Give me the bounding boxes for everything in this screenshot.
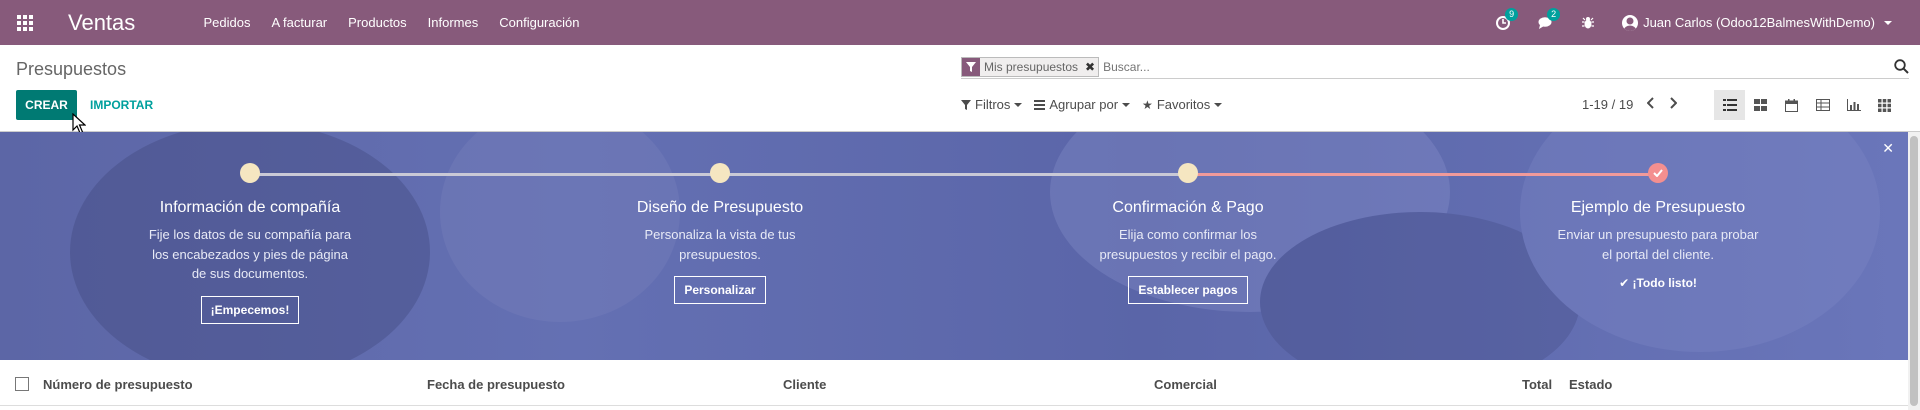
step-description: Fije los datos de su compañía para los e… xyxy=(100,225,400,284)
menu-item-pedidos[interactable]: Pedidos xyxy=(193,15,261,30)
star-icon: ★ xyxy=(1142,97,1153,112)
pivot-view-icon[interactable] xyxy=(1807,90,1838,120)
dashboard-view-icon[interactable] xyxy=(1869,90,1900,120)
step-title: Diseño de Presupuesto xyxy=(636,199,804,216)
bars-icon xyxy=(1034,99,1046,110)
scrollbar-thumb[interactable] xyxy=(1910,136,1918,406)
step-done-label: ¡Todo listo! xyxy=(1632,276,1697,290)
step-done-status: ✔ ¡Todo listo! xyxy=(1508,276,1808,290)
step-dot xyxy=(240,163,260,183)
user-menu[interactable]: Juan Carlos (Odoo12BalmesWithDemo) xyxy=(1622,14,1892,31)
step-description-line: presupuestos. xyxy=(679,246,761,262)
app-title[interactable]: Ventas xyxy=(68,10,193,36)
filters-dropdown[interactable]: Filtros xyxy=(961,97,1023,112)
create-button[interactable]: CREAR xyxy=(16,90,77,120)
onboarding-banner: ✕ Información de compañía Fije los datos… xyxy=(0,132,1908,360)
debug-menu[interactable] xyxy=(1582,16,1595,29)
step-description: Elija como confirmar los presupuestos y … xyxy=(1038,225,1338,264)
check-icon: ✔ xyxy=(1619,276,1630,290)
column-header-status[interactable]: Estado xyxy=(1569,377,1612,392)
activity-badge: 9 xyxy=(1505,7,1519,21)
search-options: Filtros Agrupar por ★ Favoritos xyxy=(961,97,1223,112)
search-bar: Mis presupuestos ✖ xyxy=(961,55,1909,79)
view-switcher xyxy=(1714,90,1900,120)
messages-badge: 2 xyxy=(1547,7,1561,21)
step-title: Confirmación & Pago xyxy=(1112,199,1264,216)
list-view-icon[interactable] xyxy=(1714,90,1745,120)
step-dot xyxy=(710,163,730,183)
filter-icon xyxy=(961,99,971,110)
menu-item-configuracion[interactable]: Configuración xyxy=(489,15,590,30)
chevron-down-icon xyxy=(1014,102,1023,107)
chevron-left-icon[interactable] xyxy=(1646,97,1655,112)
step-description-line: Fije los datos de su compañía para xyxy=(148,227,352,242)
column-header-date[interactable]: Fecha de presupuesto xyxy=(427,377,565,392)
user-name: Juan Carlos (Odoo12BalmesWithDemo) xyxy=(1643,15,1875,30)
menu-item-informes[interactable]: Informes xyxy=(417,15,489,30)
messaging-menu[interactable]: 2 xyxy=(1538,7,1561,30)
systray: 9 2 Juan Carlos (Odoo12BalmesWithDemo) xyxy=(1482,0,1906,45)
step-description-line: el portal del cliente. xyxy=(1601,246,1714,262)
avatar xyxy=(1622,14,1639,31)
step-description-line: de sus documentos. xyxy=(191,266,309,281)
step-description-line: los encabezados y pies de página xyxy=(152,246,348,262)
onboarding-step-company: Información de compañía Fije los datos d… xyxy=(100,163,400,324)
pager: 1-19 / 19 xyxy=(1582,97,1678,112)
set-payments-button[interactable]: Establecer pagos xyxy=(1128,276,1248,304)
chevron-down-icon xyxy=(1884,20,1892,25)
column-header-total[interactable]: Total xyxy=(1522,377,1552,392)
onboarding-step-payment: Confirmación & Pago Elija como confirmar… xyxy=(1038,163,1338,304)
chevron-right-icon[interactable] xyxy=(1669,97,1678,112)
list-header: Número de presupuesto Fecha de presupues… xyxy=(0,364,1908,406)
step-description-line: Enviar un presupuesto para probar xyxy=(1557,227,1759,242)
customize-button[interactable]: Personalizar xyxy=(674,276,766,304)
step-description-line: Personaliza la vista de tus xyxy=(644,227,796,242)
filters-label: Filtros xyxy=(975,97,1011,112)
step-dot xyxy=(1178,163,1198,183)
filter-icon xyxy=(962,57,980,76)
chevron-down-icon xyxy=(1122,102,1131,107)
onboarding-step-design: Diseño de Presupuesto Personaliza la vis… xyxy=(570,163,870,304)
step-title: Ejemplo de Presupuesto xyxy=(1570,199,1746,216)
search-icon[interactable] xyxy=(1894,59,1909,79)
search-facet: Mis presupuestos ✖ xyxy=(961,56,1100,77)
step-description: Personaliza la vista de tus presupuestos… xyxy=(570,225,870,264)
graph-view-icon[interactable] xyxy=(1838,90,1869,120)
chevron-down-icon xyxy=(1214,102,1223,107)
onboarding-step-sample: Ejemplo de Presupuesto Enviar un presupu… xyxy=(1508,163,1808,290)
lets-start-button[interactable]: ¡Empecemos! xyxy=(200,295,300,324)
step-description-line: Elija como confirmar los xyxy=(1119,227,1257,242)
breadcrumb: Presupuestos xyxy=(16,59,127,79)
calendar-view-icon[interactable] xyxy=(1776,90,1807,120)
select-all-checkbox[interactable] xyxy=(15,377,29,391)
import-button[interactable]: IMPORTAR xyxy=(90,90,153,120)
bug-icon xyxy=(1582,17,1595,29)
activity-menu[interactable]: 9 xyxy=(1496,7,1519,30)
column-header-salesperson[interactable]: Comercial xyxy=(1154,377,1217,392)
facet-label: Mis presupuestos xyxy=(980,57,1083,76)
column-header-number[interactable]: Número de presupuesto xyxy=(43,377,193,392)
favorites-label: Favoritos xyxy=(1156,97,1211,112)
pager-value[interactable]: 1-19 / 19 xyxy=(1582,97,1633,112)
top-navbar: Ventas Pedidos A facturar Productos Info… xyxy=(0,0,1920,45)
menu-item-productos[interactable]: Productos xyxy=(338,15,418,30)
apps-menu-icon[interactable] xyxy=(2,0,48,45)
groupby-dropdown[interactable]: Agrupar por xyxy=(1034,97,1131,112)
groupby-label: Agrupar por xyxy=(1049,97,1119,112)
step-title: Información de compañía xyxy=(159,199,341,216)
close-icon[interactable]: ✖ xyxy=(1082,57,1099,76)
control-panel: Presupuestos CREAR IMPORTAR Mis presupue… xyxy=(0,45,1920,134)
search-input[interactable] xyxy=(1103,59,1909,74)
step-description: Enviar un presupuesto para probar el por… xyxy=(1508,225,1808,264)
favorites-dropdown[interactable]: ★ Favoritos xyxy=(1142,97,1223,112)
main-menu: Pedidos A facturar Productos Informes Co… xyxy=(193,15,590,30)
step-description-line: presupuestos y recibir el pago. xyxy=(1099,246,1277,262)
kanban-view-icon[interactable] xyxy=(1745,90,1776,120)
close-icon[interactable]: ✕ xyxy=(1882,140,1894,157)
check-icon xyxy=(1653,169,1663,177)
column-header-customer[interactable]: Cliente xyxy=(783,377,826,392)
menu-item-a-facturar[interactable]: A facturar xyxy=(261,15,338,30)
step-dot-done xyxy=(1648,163,1668,183)
scrollbar[interactable] xyxy=(1908,132,1920,410)
